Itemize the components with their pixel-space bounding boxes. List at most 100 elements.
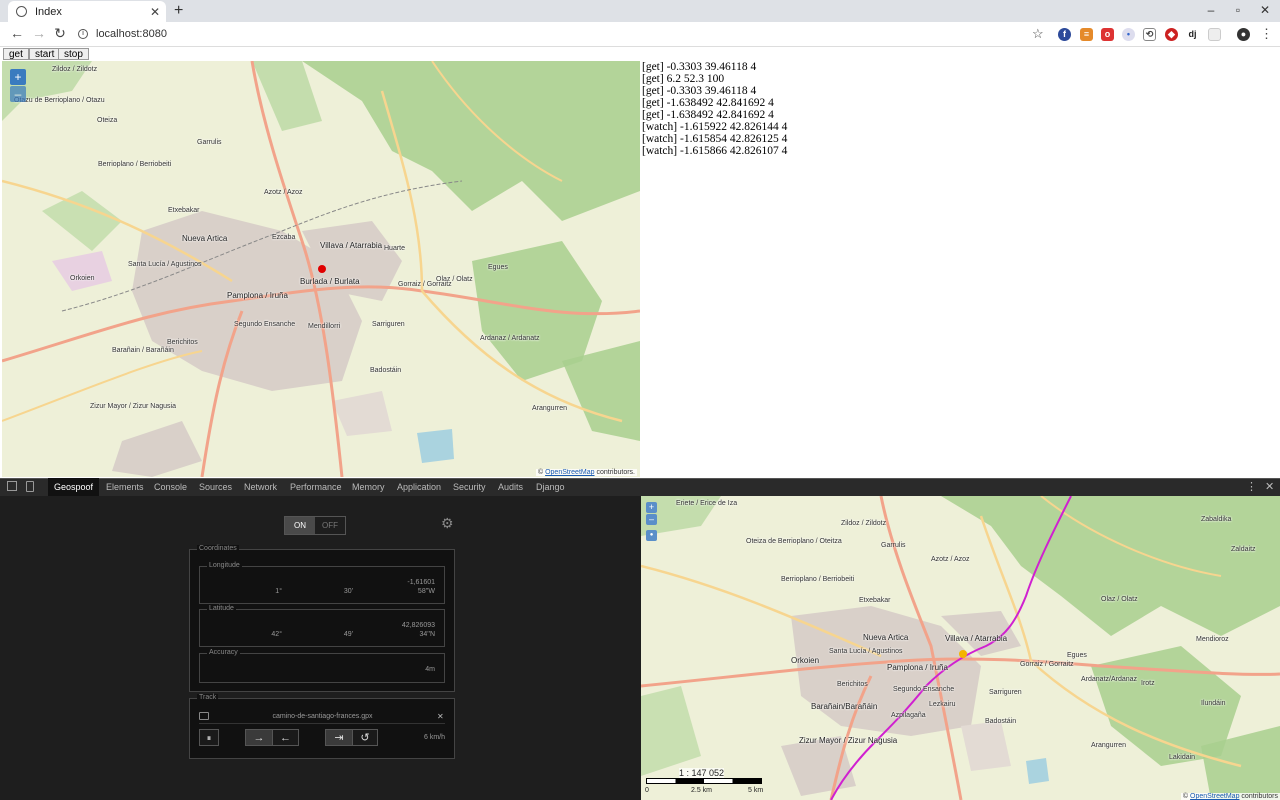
page-map[interactable]: Zildoz / Zildotz Otazu de Berrioplano / …	[2, 61, 640, 477]
folder-icon[interactable]	[199, 712, 209, 720]
longitude-minutes[interactable]: 30'	[333, 588, 353, 595]
skip-to-end-button[interactable]: ⇥	[325, 729, 353, 746]
map-label: Ardanatz/Ardanaz	[1081, 676, 1138, 683]
new-tab-button[interactable]: +	[174, 2, 183, 20]
map-label: Zizur Mayor / Zizur Nagusia	[799, 736, 898, 745]
track-filename[interactable]: camino-de-santiago-frances.gpx	[230, 713, 415, 720]
map-label: Oteiza de Berrioplano / Oteitza	[746, 538, 842, 545]
devtools-close-icon[interactable]: ✕	[1265, 480, 1274, 493]
address-bar[interactable]: i localhost:8080	[78, 25, 1078, 43]
map-label: Villava / Atarrabia	[320, 241, 383, 250]
backward-button[interactable]: ←	[272, 729, 299, 746]
close-tab-icon[interactable]: ✕	[150, 5, 160, 19]
map-label: Mendioroz	[1196, 636, 1229, 643]
back-icon[interactable]: ←	[8, 25, 26, 41]
tab-network[interactable]: Network	[238, 478, 283, 496]
osm-link[interactable]: OpenStreetMap	[545, 469, 594, 476]
extension-icon[interactable]: •	[1122, 28, 1135, 41]
tab-audits[interactable]: Audits	[492, 478, 529, 496]
menu-icon[interactable]: ⋮	[1260, 26, 1273, 42]
map-label: Segundo Ensanche	[893, 686, 955, 693]
zoom-out-button[interactable]: –	[10, 86, 26, 102]
forward-button[interactable]: →	[245, 729, 273, 746]
attribution-prefix: ©	[537, 469, 544, 476]
latitude-minutes[interactable]: 49'	[333, 631, 353, 638]
pause-button[interactable]: ⏸	[199, 729, 219, 746]
extension-icon[interactable]: dj	[1186, 28, 1199, 41]
reload-icon[interactable]: ↻	[51, 25, 69, 42]
extension-icon[interactable]: ◆	[1165, 28, 1178, 41]
tab-geospoof[interactable]: Geospoof	[48, 478, 100, 496]
tab-elements[interactable]: Elements	[100, 478, 150, 496]
log-line: [get] -1.638492 42.841692 4	[642, 109, 774, 121]
start-button[interactable]: start	[29, 48, 61, 60]
map-label: Orkoien	[791, 656, 820, 665]
tab-strip	[0, 0, 1280, 22]
map-label: Ilundáin	[1201, 700, 1226, 707]
bookmark-star-icon[interactable]: ☆	[1032, 26, 1044, 42]
extension-icon[interactable]: ⟲	[1143, 28, 1156, 41]
map-label: Burlada / Burlata	[300, 277, 360, 286]
devtools-menu-icon[interactable]: ⋮	[1246, 480, 1257, 493]
scale-tick: 0	[645, 787, 649, 794]
clear-track-icon[interactable]: ✕	[437, 712, 444, 721]
map-label: Nueva Artica	[863, 633, 909, 642]
toggle-on[interactable]: ON	[285, 517, 315, 534]
speed-value[interactable]: 6 km/h	[410, 734, 445, 741]
gear-icon[interactable]: ⚙	[441, 515, 454, 532]
tab-application[interactable]: Application	[391, 478, 447, 496]
log-output: [get] -0.3303 39.46118 4 [get] 6.2 52.3 …	[642, 61, 1042, 157]
stop-button[interactable]: stop	[58, 48, 89, 60]
extension-icon[interactable]	[1208, 28, 1221, 41]
map-label: Lakidain	[1169, 754, 1196, 761]
tab-security[interactable]: Security	[447, 478, 492, 496]
latitude-decimal[interactable]: 42,826093	[380, 622, 435, 629]
accuracy-value[interactable]: 4m	[400, 666, 435, 673]
tab-console[interactable]: Console	[148, 478, 193, 496]
info-icon[interactable]: i	[78, 29, 88, 39]
minimize-button[interactable]: –	[1198, 3, 1224, 17]
extension-icon[interactable]: ≡	[1080, 28, 1093, 41]
extension-icon[interactable]: f	[1058, 28, 1071, 41]
longitude-degrees[interactable]: 1°	[270, 588, 282, 595]
osm-link[interactable]: OpenStreetMap	[1190, 793, 1239, 800]
log-line: [watch] -1.615854 42.826125 4	[642, 133, 788, 145]
zoom-out-button[interactable]: –	[646, 514, 657, 525]
zoom-in-button[interactable]: +	[10, 69, 26, 85]
toggle-off[interactable]: OFF	[315, 517, 345, 534]
close-window-button[interactable]: ✕	[1252, 3, 1278, 17]
browser-tab[interactable]: Index ✕	[8, 1, 166, 22]
map-label: Berrioplano / Berriobeiti	[98, 161, 172, 168]
forward-icon[interactable]: →	[30, 25, 48, 41]
map-label: Sarriguren	[372, 321, 405, 328]
log-line: [watch] -1.615922 42.826144 4	[642, 121, 788, 133]
latitude-degrees[interactable]: 42°	[266, 631, 282, 638]
inspect-icon[interactable]	[7, 481, 17, 491]
longitude-seconds[interactable]: 58''W	[380, 588, 435, 595]
maximize-button[interactable]: ▫	[1225, 3, 1251, 17]
map-label: Segundo Ensanche	[234, 321, 296, 328]
map-label: Arangurren	[1091, 742, 1127, 749]
extension-icon[interactable]: o	[1101, 28, 1114, 41]
accuracy-label: Accuracy	[207, 649, 240, 656]
tab-performance[interactable]: Performance	[284, 478, 348, 496]
map-label: Pamplona / Iruña	[227, 291, 288, 300]
spoof-toggle[interactable]: ON OFF	[284, 516, 346, 535]
tab-memory[interactable]: Memory	[346, 478, 391, 496]
map-label: Zildoz / Zildotz	[52, 66, 98, 73]
get-button[interactable]: get	[3, 48, 29, 60]
locate-button[interactable]: ●	[646, 530, 657, 541]
url-text[interactable]: localhost:8080	[96, 28, 167, 40]
tab-django[interactable]: Django	[530, 478, 571, 496]
zoom-in-button[interactable]: +	[646, 502, 657, 513]
devtools-map[interactable]: Eriete / Erice de Iza Zildoz / Zildotz O…	[641, 496, 1280, 800]
scale-ratio: 1 : 147 052	[679, 768, 725, 778]
loop-button[interactable]: ↺	[352, 729, 378, 746]
account-icon[interactable]: ●	[1237, 28, 1250, 41]
map-label: Zabaldika	[1201, 516, 1232, 523]
longitude-decimal[interactable]: -1,61601	[380, 579, 435, 586]
map-label: Zizur Mayor / Zizur Nagusia	[90, 403, 176, 410]
device-toggle-icon[interactable]	[26, 481, 34, 492]
latitude-seconds[interactable]: 34''N	[380, 631, 435, 638]
tab-sources[interactable]: Sources	[193, 478, 238, 496]
